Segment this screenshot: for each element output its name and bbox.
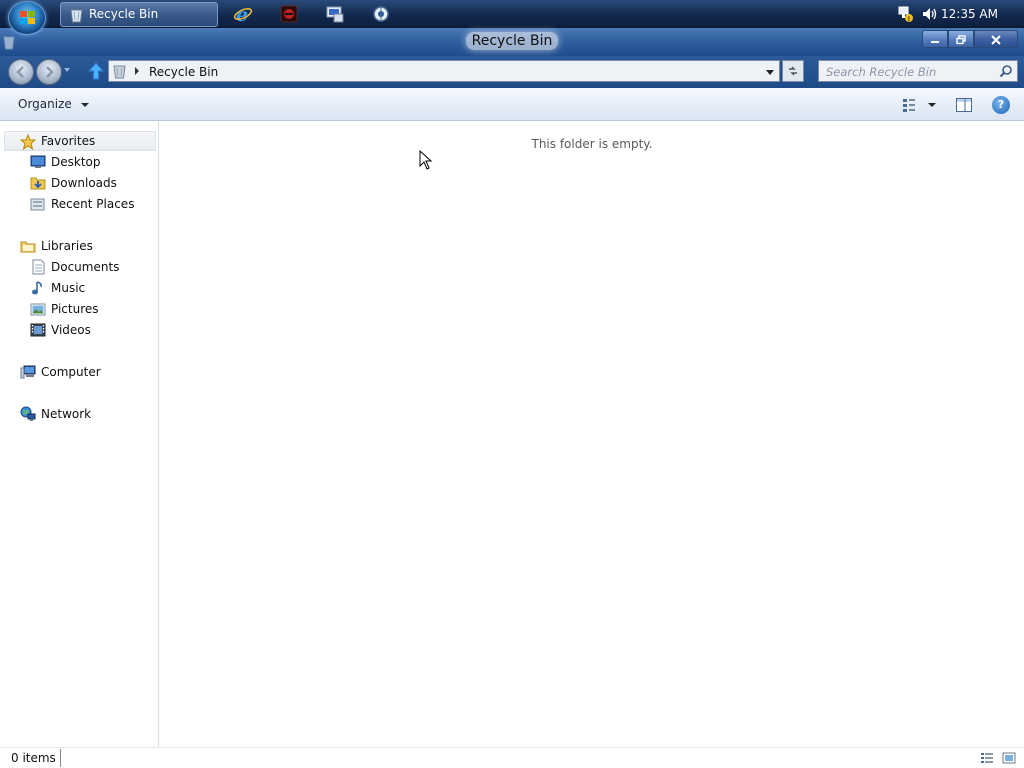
help-button[interactable]: ? — [992, 96, 1010, 114]
address-bar[interactable]: Recycle Bin — [108, 60, 780, 82]
address-row: Recycle Bin Search Recycle Bin — [0, 56, 1024, 88]
clock[interactable]: 12:35 AM — [941, 7, 998, 21]
downloads-folder-icon — [30, 177, 46, 190]
network-status-icon[interactable]: ! — [896, 5, 914, 23]
pictures-icon — [30, 303, 46, 316]
nav-computer-label: Computer — [41, 365, 101, 379]
refresh-icon — [789, 66, 797, 76]
file-list-area[interactable]: This folder is empty. — [160, 121, 1024, 747]
libraries-icon — [20, 241, 36, 253]
nav-favorites-label: Favorites — [41, 134, 96, 148]
nav-libraries-label: Libraries — [41, 239, 93, 253]
nav-downloads-label: Downloads — [51, 176, 117, 190]
large-icons-view-icon[interactable] — [1002, 751, 1016, 765]
nav-documents-label: Documents — [51, 260, 120, 274]
nav-computer[interactable]: Computer — [20, 362, 156, 382]
remote-desktop-icon[interactable] — [325, 4, 345, 24]
organize-button[interactable]: Organize — [12, 96, 95, 114]
taskbar-item-label: Recycle Bin — [89, 7, 159, 21]
music-icon — [32, 281, 42, 295]
internet-explorer-icon[interactable]: e — [233, 4, 253, 24]
nav-desktop-label: Desktop — [51, 155, 101, 169]
search-icon[interactable] — [999, 64, 1013, 78]
nav-recent-places-label: Recent Places — [51, 197, 135, 211]
computer-icon — [20, 365, 36, 379]
media-app-icon[interactable] — [279, 4, 299, 24]
navigation-pane: Favorites Desktop Downloads Recent Place… — [0, 121, 159, 747]
recent-places-icon — [30, 198, 45, 211]
organize-label: Organize — [18, 97, 72, 111]
desktop-icon — [30, 155, 46, 168]
window-controls — [922, 30, 1018, 49]
svg-text:e: e — [236, 4, 248, 24]
volume-icon[interactable] — [920, 5, 938, 23]
address-history-dropdown[interactable] — [766, 70, 774, 75]
up-arrow-icon[interactable] — [88, 62, 104, 80]
status-divider — [60, 749, 61, 767]
start-button[interactable] — [8, 1, 46, 35]
close-button[interactable] — [974, 30, 1018, 48]
breadcrumb[interactable]: Recycle Bin — [149, 65, 218, 79]
empty-folder-message: This folder is empty. — [531, 137, 653, 151]
nav-libraries[interactable]: Libraries — [20, 236, 156, 256]
nav-music-label: Music — [51, 281, 86, 295]
taskbar: Recycle Bin e ! 12:35 AM — [0, 0, 1024, 35]
search-input[interactable]: Search Recycle Bin — [818, 60, 1018, 82]
status-bar: 0 items — [0, 747, 1024, 768]
minimize-icon — [931, 41, 939, 43]
nav-videos[interactable]: Videos — [30, 320, 156, 340]
back-button[interactable] — [8, 59, 34, 85]
details-view-icon[interactable] — [980, 751, 994, 765]
help-icon: ? — [997, 98, 1005, 111]
nav-network[interactable]: Network — [20, 404, 156, 424]
item-count: 0 items — [11, 751, 56, 765]
svg-text:!: ! — [908, 16, 911, 23]
back-arrow-icon — [16, 66, 24, 78]
documents-icon — [32, 259, 45, 275]
restore-button[interactable] — [948, 30, 974, 48]
search-placeholder: Search Recycle Bin — [826, 65, 937, 79]
nav-recent-places[interactable]: Recent Places — [30, 194, 156, 214]
refresh-button[interactable] — [782, 60, 804, 82]
forward-button[interactable] — [36, 59, 62, 85]
nav-favorites[interactable]: Favorites — [4, 131, 156, 151]
nav-desktop[interactable]: Desktop — [30, 152, 156, 172]
nav-pictures-label: Pictures — [51, 302, 99, 316]
windows-logo-icon — [20, 11, 36, 26]
globe-app-icon[interactable] — [371, 4, 391, 24]
change-view-button[interactable] — [900, 96, 940, 114]
restore-icon — [956, 35, 966, 45]
window-title-bar[interactable]: Recycle Bin — [0, 28, 1024, 56]
close-icon — [991, 35, 1001, 45]
window-title: Recycle Bin — [465, 32, 559, 50]
breadcrumb-arrow-icon[interactable] — [135, 67, 139, 75]
forward-arrow-icon — [46, 66, 54, 78]
taskbar-item-recycle-bin[interactable]: Recycle Bin — [60, 2, 218, 27]
minimize-button[interactable] — [922, 30, 948, 48]
videos-icon — [30, 323, 46, 337]
nav-downloads[interactable]: Downloads — [30, 173, 156, 193]
recycle-bin-icon — [113, 65, 126, 79]
nav-network-label: Network — [41, 407, 92, 421]
network-icon — [20, 406, 36, 421]
nav-documents[interactable]: Documents — [30, 257, 156, 277]
preview-pane-icon[interactable] — [955, 96, 973, 114]
nav-videos-label: Videos — [51, 323, 91, 337]
nav-pictures[interactable]: Pictures — [30, 299, 156, 319]
recycle-bin-icon — [70, 9, 83, 23]
command-bar: Organize ? — [0, 88, 1024, 121]
nav-music[interactable]: Music — [30, 278, 156, 298]
mouse-cursor-icon — [419, 150, 433, 170]
star-icon — [20, 134, 36, 150]
recent-pages-dropdown[interactable] — [64, 68, 70, 72]
